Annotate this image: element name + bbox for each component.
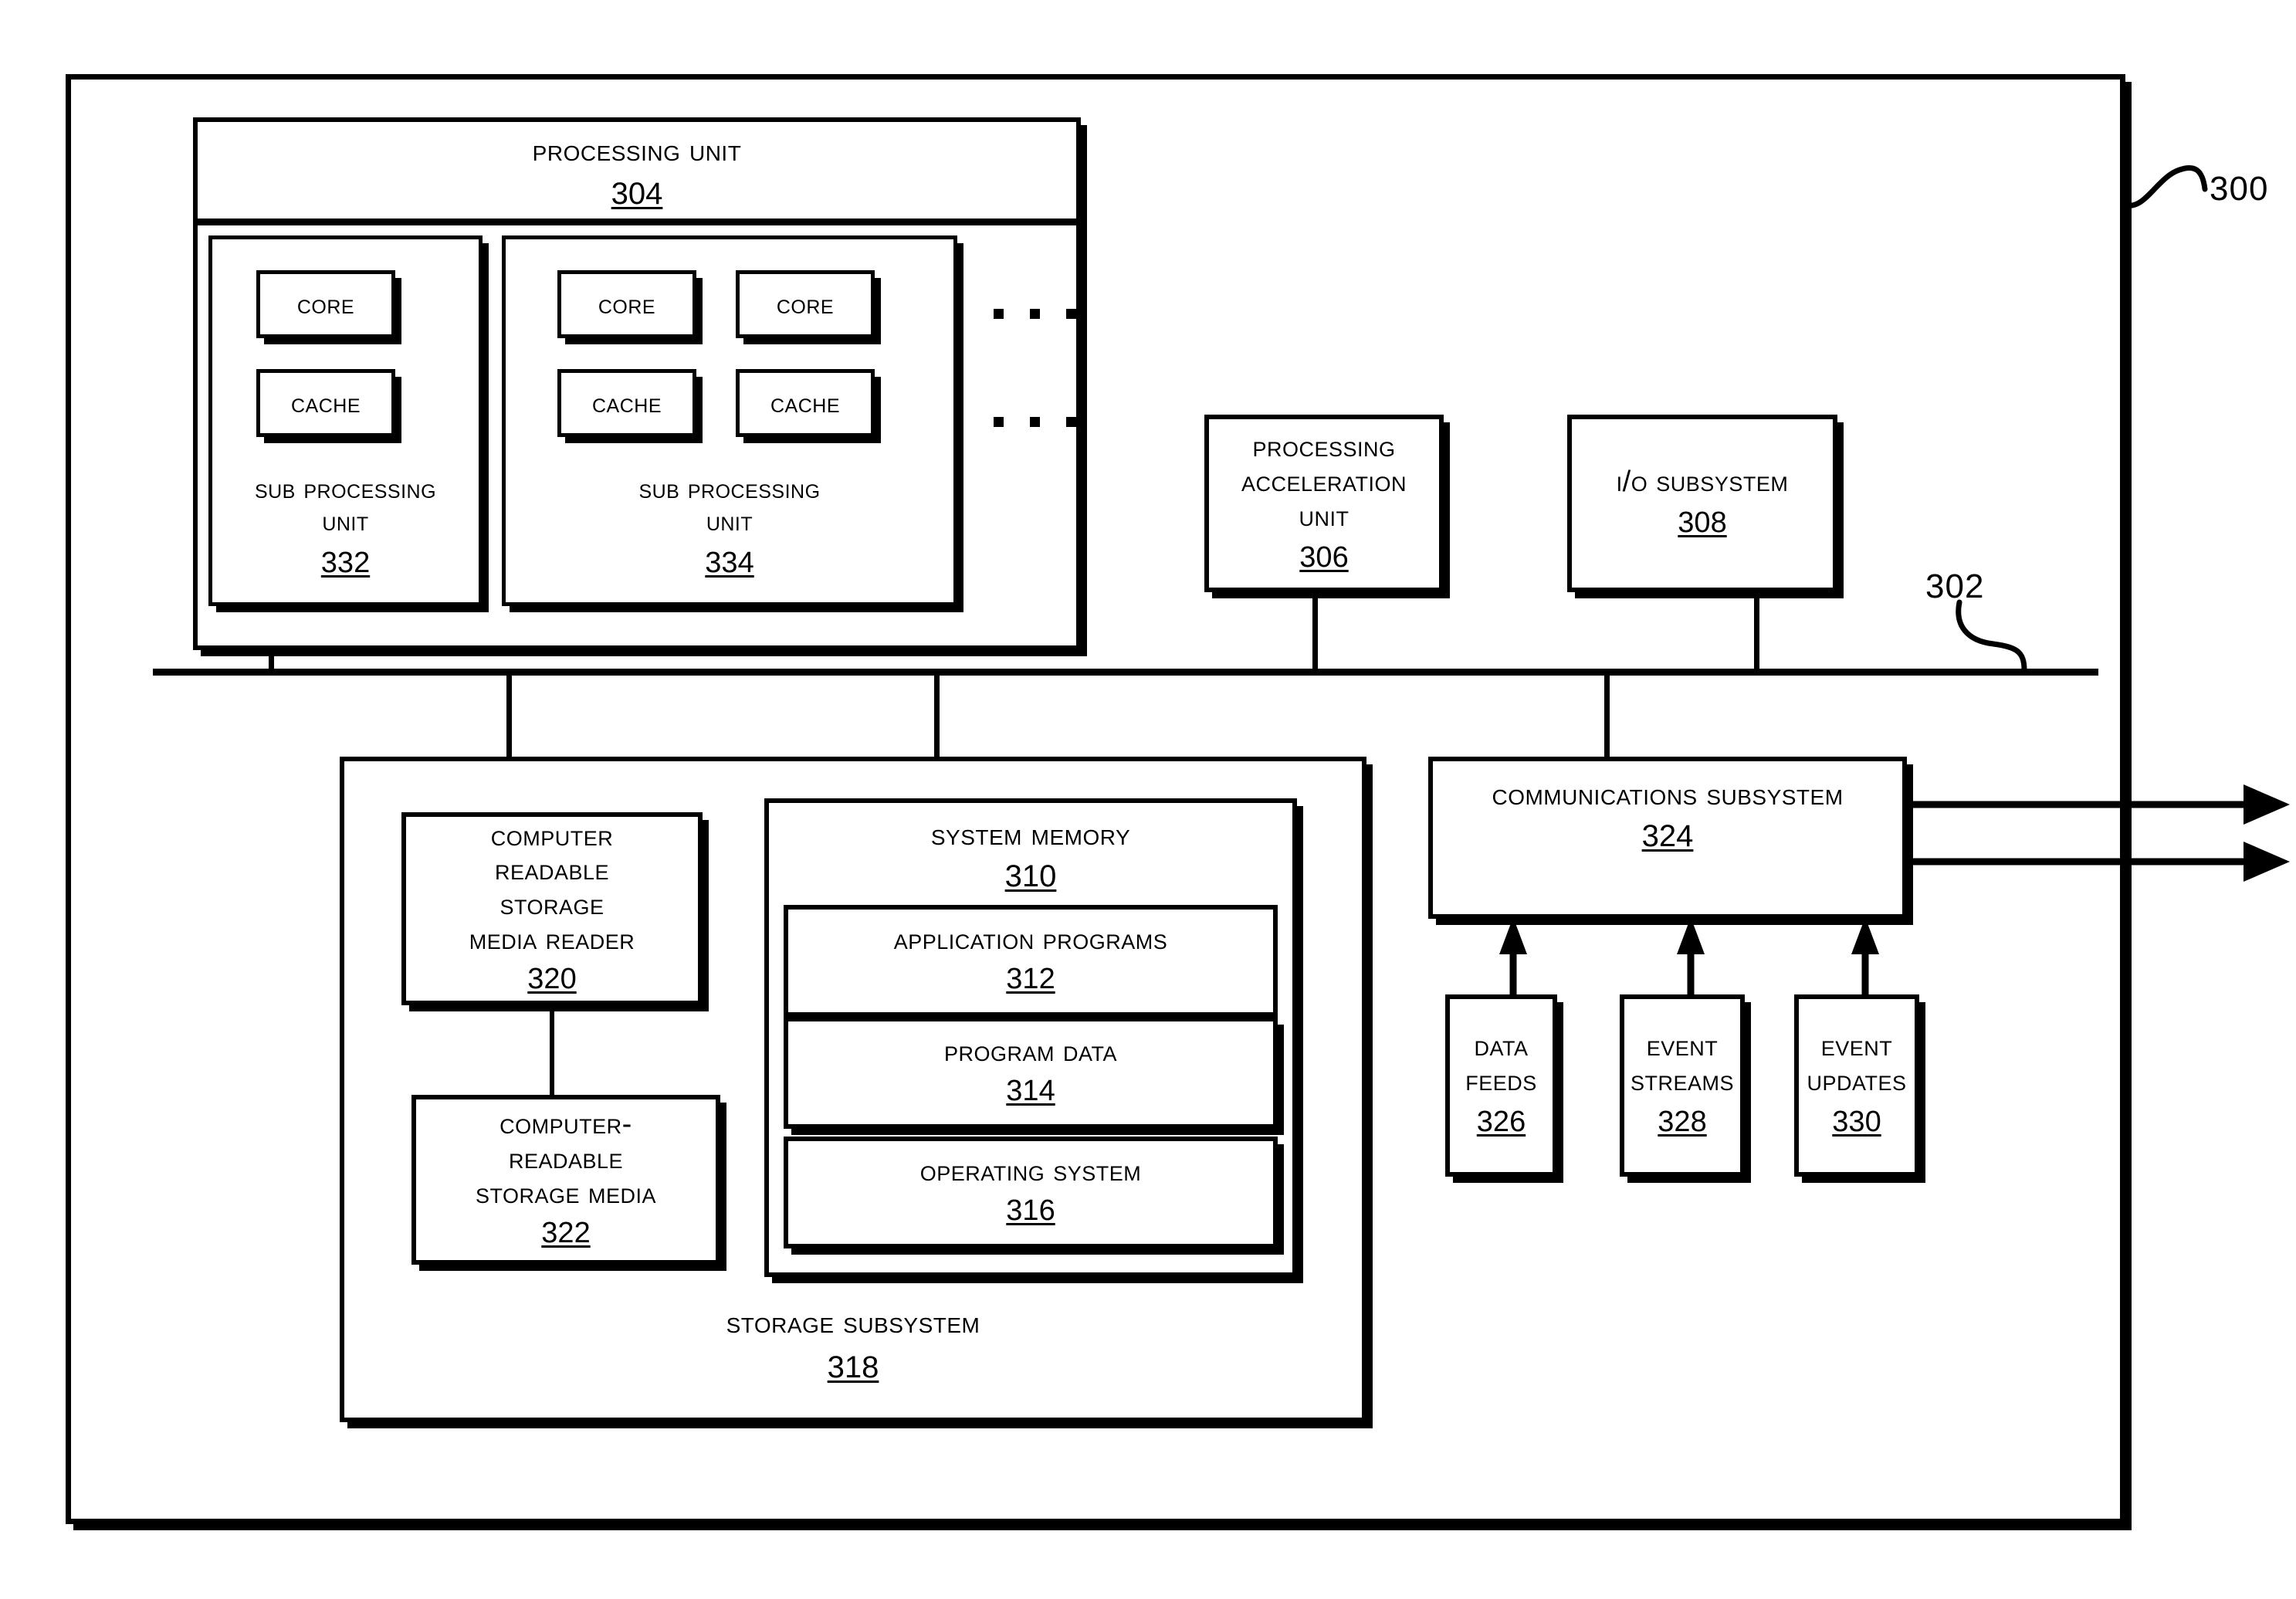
core-label: Core: [776, 287, 835, 320]
bus-stub-acceleration-unit: [1312, 591, 1318, 672]
sub-processing-unit-334-label: Sub processing unit: [638, 473, 821, 537]
processing-acceleration-unit-box: Processing Acceleration Unit 306: [1204, 415, 1444, 592]
event-updates-box: Event Updates 330: [1794, 994, 1919, 1177]
bus-stub-communications-subsystem: [1604, 672, 1610, 757]
event-updates-label: Event Updates: [1807, 1030, 1907, 1098]
event-updates-ref: 330: [1832, 1106, 1881, 1139]
storage-media-label: Computer- Readable Storage Media: [475, 1108, 657, 1210]
io-subsystem-ref: 308: [1678, 506, 1727, 539]
program-data-label: Program Data: [943, 1035, 1118, 1069]
processing-acceleration-unit-label: Processing Acceleration Unit: [1241, 431, 1407, 533]
bus-stub-system-memory: [934, 672, 940, 758]
computer-readable-storage-media-box: Computer- Readable Storage Media 322: [411, 1095, 720, 1265]
processing-unit-ellipsis-bottom: [994, 417, 1076, 427]
processing-acceleration-unit-ref: 306: [1299, 540, 1349, 574]
ref-302-leader-line: [1956, 599, 2027, 673]
processing-unit-title-divider: [193, 219, 1081, 225]
cache-label: Cache: [290, 386, 361, 418]
sub-processing-unit-332-label: Sub processing unit: [254, 473, 437, 537]
bus-stub-processing-unit: [269, 650, 274, 672]
communications-subsystem-box: Communications Subsystem 324: [1428, 757, 1907, 919]
sub-processing-unit-334-caption: Sub processing unit 334: [502, 473, 957, 582]
application-programs-box: Application Programs 312: [784, 905, 1278, 1017]
data-feeds-box: Data Feeds 326: [1445, 994, 1557, 1177]
communications-subsystem-ref: 324: [1641, 819, 1694, 854]
core-label: Core: [296, 287, 355, 320]
ref-number-300: 300: [2210, 170, 2269, 208]
bus-stub-storage-subsystem: [506, 672, 512, 758]
core-box-3: Core: [736, 270, 875, 338]
storage-subsystem-label: Storage Subsystem: [726, 1306, 980, 1340]
program-data-box: Program Data 314: [784, 1017, 1278, 1129]
cache-box-1: Cache: [256, 369, 395, 437]
sub-processing-unit-334-ref: 334: [705, 546, 754, 579]
operating-system-box: Operating System 316: [784, 1137, 1278, 1248]
system-memory-ref: 310: [1004, 859, 1057, 894]
operating-system-label: Operating System: [919, 1155, 1142, 1188]
data-feeds-label: Data Feeds: [1465, 1030, 1537, 1098]
patent-figure-canvas: 300 Processing unit 304 Core Cache Sub p…: [0, 0, 2296, 1599]
media-reader-to-media-connector: [550, 1005, 554, 1095]
media-reader-label: Computer Readable Storage Media Reader: [469, 819, 635, 957]
cache-box-3: Cache: [736, 369, 875, 437]
application-programs-ref: 312: [1006, 963, 1055, 996]
cache-label: Cache: [591, 386, 662, 418]
event-streams-label: Event Streams: [1630, 1030, 1735, 1098]
program-data-ref: 314: [1006, 1075, 1055, 1108]
system-memory-label: System Memory: [930, 818, 1131, 852]
processing-unit-title-group: Processing unit 304: [193, 133, 1081, 214]
processing-unit-ref: 304: [611, 177, 663, 212]
communications-subsystem-label: Communications Subsystem: [1492, 777, 1844, 811]
cache-box-2: Cache: [557, 369, 696, 437]
io-subsystem-label: I/O Subsystem: [1616, 465, 1789, 498]
system-bus-line: [153, 669, 2098, 676]
cache-label: Cache: [770, 386, 840, 418]
application-programs-label: Application Programs: [893, 923, 1168, 957]
media-reader-ref: 320: [527, 962, 577, 995]
sub-processing-unit-332-caption: Sub processing unit 332: [208, 473, 483, 582]
communications-output-arrows: [1904, 784, 2290, 882]
ref-number-302: 302: [1925, 567, 1985, 605]
bus-stub-io-subsystem: [1754, 591, 1759, 672]
event-streams-box: Event Streams 328: [1620, 994, 1745, 1177]
processing-unit-ellipsis-top: [994, 309, 1076, 319]
operating-system-ref: 316: [1006, 1194, 1055, 1228]
storage-subsystem-ref: 318: [827, 1350, 879, 1385]
event-streams-ref: 328: [1658, 1106, 1707, 1139]
core-label: Core: [598, 287, 656, 320]
computer-readable-storage-media-reader-box: Computer Readable Storage Media Reader 3…: [401, 812, 703, 1005]
data-feeds-ref: 326: [1476, 1106, 1526, 1139]
storage-media-ref: 322: [541, 1216, 591, 1249]
core-box-2: Core: [557, 270, 696, 338]
sub-processing-unit-332-ref: 332: [320, 546, 371, 579]
io-subsystem-box: I/O Subsystem 308: [1567, 415, 1837, 592]
storage-subsystem-caption: Storage Subsystem 318: [340, 1305, 1366, 1387]
processing-unit-label: Processing unit: [532, 134, 742, 168]
core-box-1: Core: [256, 270, 395, 338]
